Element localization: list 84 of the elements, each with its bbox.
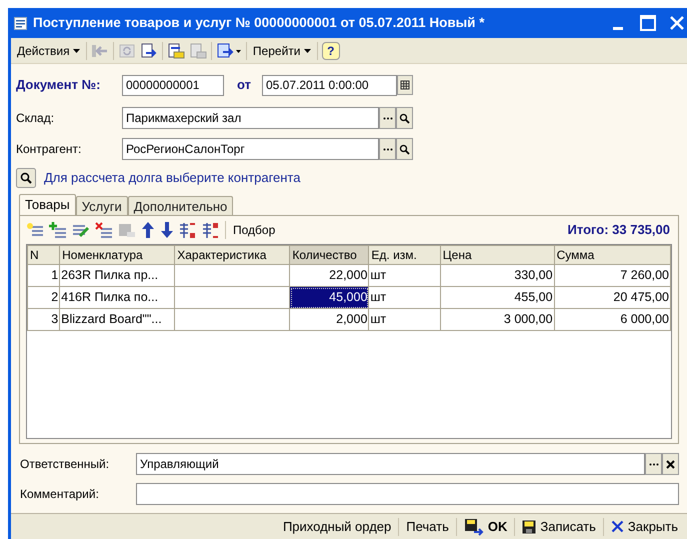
comment-field[interactable]	[136, 483, 679, 505]
more-button[interactable]	[379, 138, 396, 160]
search-icon	[399, 144, 410, 154]
more-button[interactable]	[645, 453, 662, 475]
table-cell: 263R Пилка пр...	[60, 264, 175, 286]
ellipsis-icon	[382, 116, 392, 120]
document-dropdown-icon[interactable]	[216, 42, 242, 58]
table-cell: 1	[28, 264, 60, 286]
close-icon	[610, 520, 624, 533]
table-cell: 7 260,00	[554, 264, 670, 286]
responsible-label: Ответственный:	[20, 456, 110, 473]
table-cell: 330,00	[440, 264, 554, 286]
ellipsis-icon	[382, 148, 392, 150]
table-cell: 3	[28, 308, 60, 330]
table-cell: шт	[368, 264, 440, 286]
actions-menu[interactable]: Действия	[15, 42, 82, 60]
calendar-icon[interactable]	[397, 75, 413, 95]
tab[interactable]: Товары	[19, 194, 76, 215]
search-icon	[399, 112, 410, 124]
field-label: Контрагент:	[16, 141, 82, 158]
toolbar-button[interactable]: Приходный ордер	[280, 516, 394, 536]
add-child-row-icon[interactable]	[49, 222, 67, 238]
arrow-up-icon[interactable]	[141, 221, 155, 239]
debt-hint: Для рассчета долга выберите контрагента	[44, 169, 300, 188]
table-cell: 416R Пилка по...	[60, 286, 175, 308]
table-cell: 20 475,00	[554, 286, 670, 308]
add-row-icon[interactable]	[26, 222, 44, 238]
table-cell: шт	[368, 286, 440, 308]
clear-icon	[666, 460, 675, 468]
input-field[interactable]: РосРегионСалонТорг	[122, 138, 379, 160]
document-number-label: Документ №:	[16, 76, 102, 94]
tab[interactable]: Услуги	[76, 196, 128, 215]
pick-button[interactable]: Подбор	[231, 221, 278, 239]
help-button[interactable]: ?	[322, 42, 340, 60]
toolbar-button[interactable]: Печать	[403, 516, 452, 536]
column-header[interactable]: Количество	[290, 246, 369, 264]
window-title: Поступление товаров и услуг № 00000000001 от 05.07.2011 Новый *	[33, 14, 484, 32]
table-cell: 2,000	[290, 308, 369, 330]
clear-button[interactable]	[662, 453, 679, 475]
document-number-field[interactable]: 00000000001	[122, 74, 224, 96]
document-arrow-icon[interactable]	[140, 42, 158, 58]
more-button[interactable]	[379, 107, 396, 129]
save-close-icon	[464, 518, 484, 536]
total-amount: Итого: 33 735,00	[568, 221, 670, 240]
sort-descending-icon[interactable]	[202, 221, 220, 239]
table-cell: 2	[28, 286, 60, 308]
document-card-icon[interactable]	[166, 42, 185, 58]
responsible-field[interactable]: Управляющий	[136, 453, 645, 475]
edit-row-icon[interactable]	[72, 222, 90, 238]
column-header[interactable]: Номенклатура	[60, 246, 175, 264]
input-field[interactable]: Парикмахерский зал	[122, 107, 379, 129]
search-icon[interactable]	[16, 168, 36, 188]
column-header[interactable]: N	[28, 246, 60, 264]
column-header[interactable]: Цена	[440, 246, 554, 264]
table-cell: 455,00	[440, 286, 554, 308]
table-cell: шт	[368, 308, 440, 330]
document-icon	[14, 16, 27, 30]
comment-label: Комментарий:	[20, 486, 100, 503]
table-cell: 6 000,00	[554, 308, 670, 330]
column-header[interactable]: Сумма	[554, 246, 670, 264]
delete-row-icon[interactable]	[95, 222, 113, 238]
date-field[interactable]: 05.07.2011 0:00:00	[262, 74, 397, 96]
table-cell: 3 000,00	[440, 308, 554, 330]
close-icon[interactable]	[670, 16, 684, 30]
maximize-icon[interactable]	[640, 15, 656, 31]
table-cell: Blizzard Board""...	[60, 308, 175, 330]
search-button[interactable]	[396, 138, 413, 160]
arrow-down-icon[interactable]	[160, 221, 174, 239]
ok-button[interactable]: OK	[460, 516, 510, 536]
goto-menu[interactable]: Перейти	[250, 42, 313, 60]
ellipsis-icon	[648, 462, 658, 466]
sort-ascending-icon[interactable]	[179, 221, 197, 239]
close-button[interactable]: Закрыть	[608, 516, 681, 536]
date-label: от	[237, 76, 252, 94]
save-button[interactable]: Записать	[519, 516, 599, 536]
save-icon	[522, 520, 536, 534]
caret-icon	[304, 49, 311, 54]
column-header[interactable]: Ед. изм.	[368, 246, 440, 264]
table-cell: 45,000	[290, 286, 369, 308]
search-button[interactable]	[396, 107, 413, 129]
field-label: Склад:	[16, 110, 56, 127]
caret-icon	[72, 49, 80, 54]
column-header[interactable]: Характеристика	[174, 246, 290, 264]
tab[interactable]: Дополнительно	[128, 196, 234, 215]
